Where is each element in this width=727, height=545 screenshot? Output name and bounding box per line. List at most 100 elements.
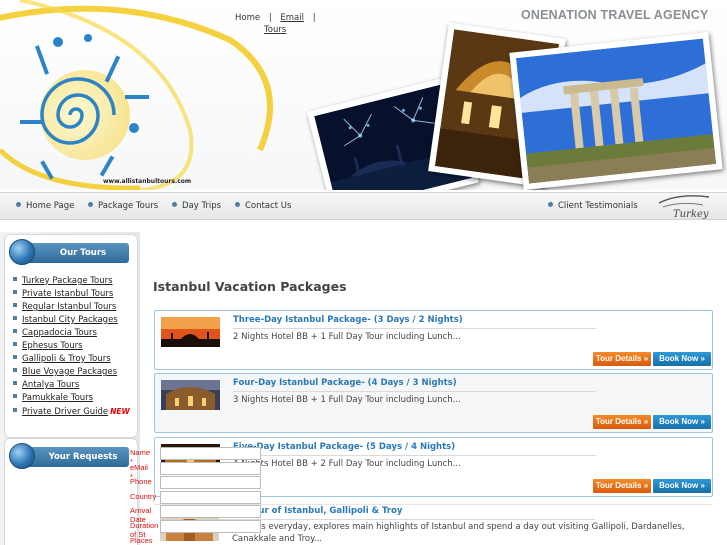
tour-list-item: Turkey Package Tours bbox=[13, 275, 137, 288]
page-title: Istanbul Vacation Packages bbox=[153, 279, 347, 294]
top-links-separator: | bbox=[312, 13, 316, 23]
nav-label: Day Trips bbox=[182, 201, 222, 211]
phone-label: Phone bbox=[130, 477, 152, 487]
package-description: Departs everyday, explores main highligh… bbox=[232, 522, 685, 544]
your-requests-title: Your Requests bbox=[48, 452, 118, 462]
package-card: Three-Day Istanbul Package- (3 Days / 2 … bbox=[154, 310, 713, 370]
tour-link[interactable]: Regular Istanbul Tours bbox=[22, 302, 116, 312]
tour-link[interactable]: Istanbul City Packages bbox=[22, 315, 118, 325]
bullet-icon bbox=[13, 316, 17, 320]
tour-list-item: Cappadocia Tours bbox=[13, 327, 137, 340]
photo-ancient-ruins bbox=[509, 31, 723, 190]
nav-contact-us[interactable]: Contact Us bbox=[235, 201, 291, 211]
tour-list: Turkey Package Tours Private Istanbul To… bbox=[13, 275, 137, 418]
site-url-text: www.allistanbultours.com bbox=[103, 178, 192, 185]
turkey-logo: Turkey bbox=[655, 193, 715, 224]
tour-link[interactable]: Private Istanbul Tours bbox=[22, 289, 113, 299]
nav-package-tours[interactable]: Package Tours bbox=[88, 201, 158, 211]
tour-link[interactable]: Pamukkale Tours bbox=[22, 393, 93, 403]
package-description: 4 Nights Hotel BB + 2 Full Day Tour incl… bbox=[233, 459, 461, 469]
tour-details-button[interactable]: Tour Details » bbox=[593, 352, 651, 366]
places-label: Places of Interest bbox=[130, 535, 153, 545]
bullet-icon bbox=[16, 202, 21, 207]
tour-link[interactable]: Ephesus Tours bbox=[22, 341, 83, 351]
tour-list-item: Ephesus Tours bbox=[13, 340, 137, 353]
country-field[interactable] bbox=[160, 490, 261, 504]
tour-list-item: Pamukkale Tours bbox=[13, 392, 137, 405]
book-now-button[interactable]: Book Now » bbox=[653, 479, 711, 493]
globe-icon bbox=[9, 443, 35, 469]
main-navbar: Home Page Package Tours Day Trips Contac… bbox=[0, 192, 727, 220]
email-field[interactable] bbox=[160, 461, 261, 475]
turkey-logo-text: Turkey bbox=[673, 209, 709, 220]
nav-day-trips[interactable]: Day Trips bbox=[172, 201, 221, 211]
bullet-icon bbox=[235, 202, 240, 207]
book-now-button[interactable]: Book Now » bbox=[653, 415, 711, 429]
tour-list-item: Gallipoli & Troy Tours bbox=[13, 353, 137, 366]
package-title[interactable]: Four-Day Istanbul Package- (4 Days / 3 N… bbox=[233, 378, 457, 388]
bullet-icon bbox=[172, 202, 177, 207]
tour-link[interactable]: Turkey Package Tours bbox=[22, 276, 113, 286]
bullet-icon bbox=[13, 408, 17, 412]
phone-field[interactable] bbox=[160, 476, 261, 490]
tour-details-button[interactable]: Tour Details » bbox=[593, 415, 651, 429]
sidebar: Our Tours Turkey Package Tours Private I… bbox=[0, 232, 140, 545]
bullet-icon bbox=[13, 394, 17, 398]
book-now-button[interactable]: Book Now » bbox=[653, 352, 711, 366]
agency-name: ONENATION TRAVEL AGENCY bbox=[521, 8, 709, 22]
tour-link[interactable]: Gallipoli & Troy Tours bbox=[22, 354, 111, 364]
email-link[interactable]: Email bbox=[280, 13, 304, 23]
tours-link[interactable]: Tours bbox=[264, 25, 286, 35]
tour-list-item: Blue Voyage Packages bbox=[13, 366, 137, 379]
tour-link[interactable]: Antalya Tours bbox=[22, 380, 79, 390]
tour-list-item: Antalya Tours bbox=[13, 379, 137, 392]
divider bbox=[233, 391, 596, 392]
tour-link[interactable]: Private Driver Guide bbox=[22, 407, 108, 417]
home-link[interactable]: Home bbox=[235, 13, 260, 23]
package-description: 2 Nights Hotel BB + 1 Full Day Tour incl… bbox=[233, 332, 461, 342]
package-description: 3 Nights Hotel BB + 1 Full Day Tour incl… bbox=[233, 395, 461, 405]
package-thumbnail bbox=[161, 380, 220, 410]
tour-list-item: Istanbul City Packages bbox=[13, 314, 137, 327]
arrival-date-field[interactable] bbox=[160, 505, 261, 519]
divider bbox=[218, 519, 595, 520]
tour-list-item: Regular Istanbul Tours bbox=[13, 301, 137, 314]
tour-details-button[interactable]: Tour Details » bbox=[593, 479, 651, 493]
divider bbox=[233, 455, 596, 456]
package-title[interactable]: Five-Day Istanbul Package- (5 Days / 4 N… bbox=[233, 442, 455, 452]
name-field[interactable] bbox=[160, 447, 261, 460]
divider bbox=[233, 328, 596, 329]
bullet-icon bbox=[13, 342, 17, 346]
nav-label: Contact Us bbox=[245, 201, 292, 211]
nav-client-testimonials[interactable]: Client Testimonials bbox=[548, 201, 638, 211]
our-tours-title: Our Tours bbox=[59, 248, 107, 258]
bullet-icon bbox=[13, 277, 17, 281]
nav-label: Package Tours bbox=[98, 201, 159, 211]
package-card: Four-Day Istanbul Package- (4 Days / 3 N… bbox=[154, 373, 713, 433]
tour-list-item: Private Istanbul Tours bbox=[13, 288, 137, 301]
top-links-separator: | bbox=[268, 13, 272, 23]
bullet-icon bbox=[13, 329, 17, 333]
our-tours-box: Our Tours Turkey Package Tours Private I… bbox=[4, 234, 138, 438]
tour-link[interactable]: Blue Voyage Packages bbox=[22, 367, 117, 377]
bullet-icon bbox=[13, 303, 17, 307]
bullet-icon bbox=[13, 355, 17, 359]
header: Home | Email | Tours ONENATION TRAVEL AG… bbox=[0, 0, 727, 190]
tour-link[interactable]: Cappadocia Tours bbox=[22, 328, 97, 338]
nav-label: Home Page bbox=[26, 201, 75, 211]
nav-label: Client Testimonials bbox=[558, 201, 638, 211]
package-thumbnail bbox=[161, 317, 220, 347]
bullet-icon bbox=[13, 290, 17, 294]
turkey-logo-icon: Turkey bbox=[658, 195, 710, 220]
new-badge: NEW bbox=[110, 407, 130, 416]
nav-home-page[interactable]: Home Page bbox=[16, 201, 74, 211]
package-title[interactable]: Three-Day Istanbul Package- (3 Days / 2 … bbox=[233, 315, 463, 325]
country-label: Country bbox=[130, 491, 157, 501]
your-requests-box: Your Requests bbox=[4, 438, 138, 545]
bullet-icon bbox=[13, 368, 17, 372]
duration-field[interactable] bbox=[160, 519, 261, 533]
our-tours-header: Our Tours bbox=[9, 239, 129, 265]
top-links: Home | Email | Tours bbox=[232, 12, 322, 36]
bullet-icon bbox=[548, 202, 553, 207]
globe-icon bbox=[9, 239, 35, 265]
